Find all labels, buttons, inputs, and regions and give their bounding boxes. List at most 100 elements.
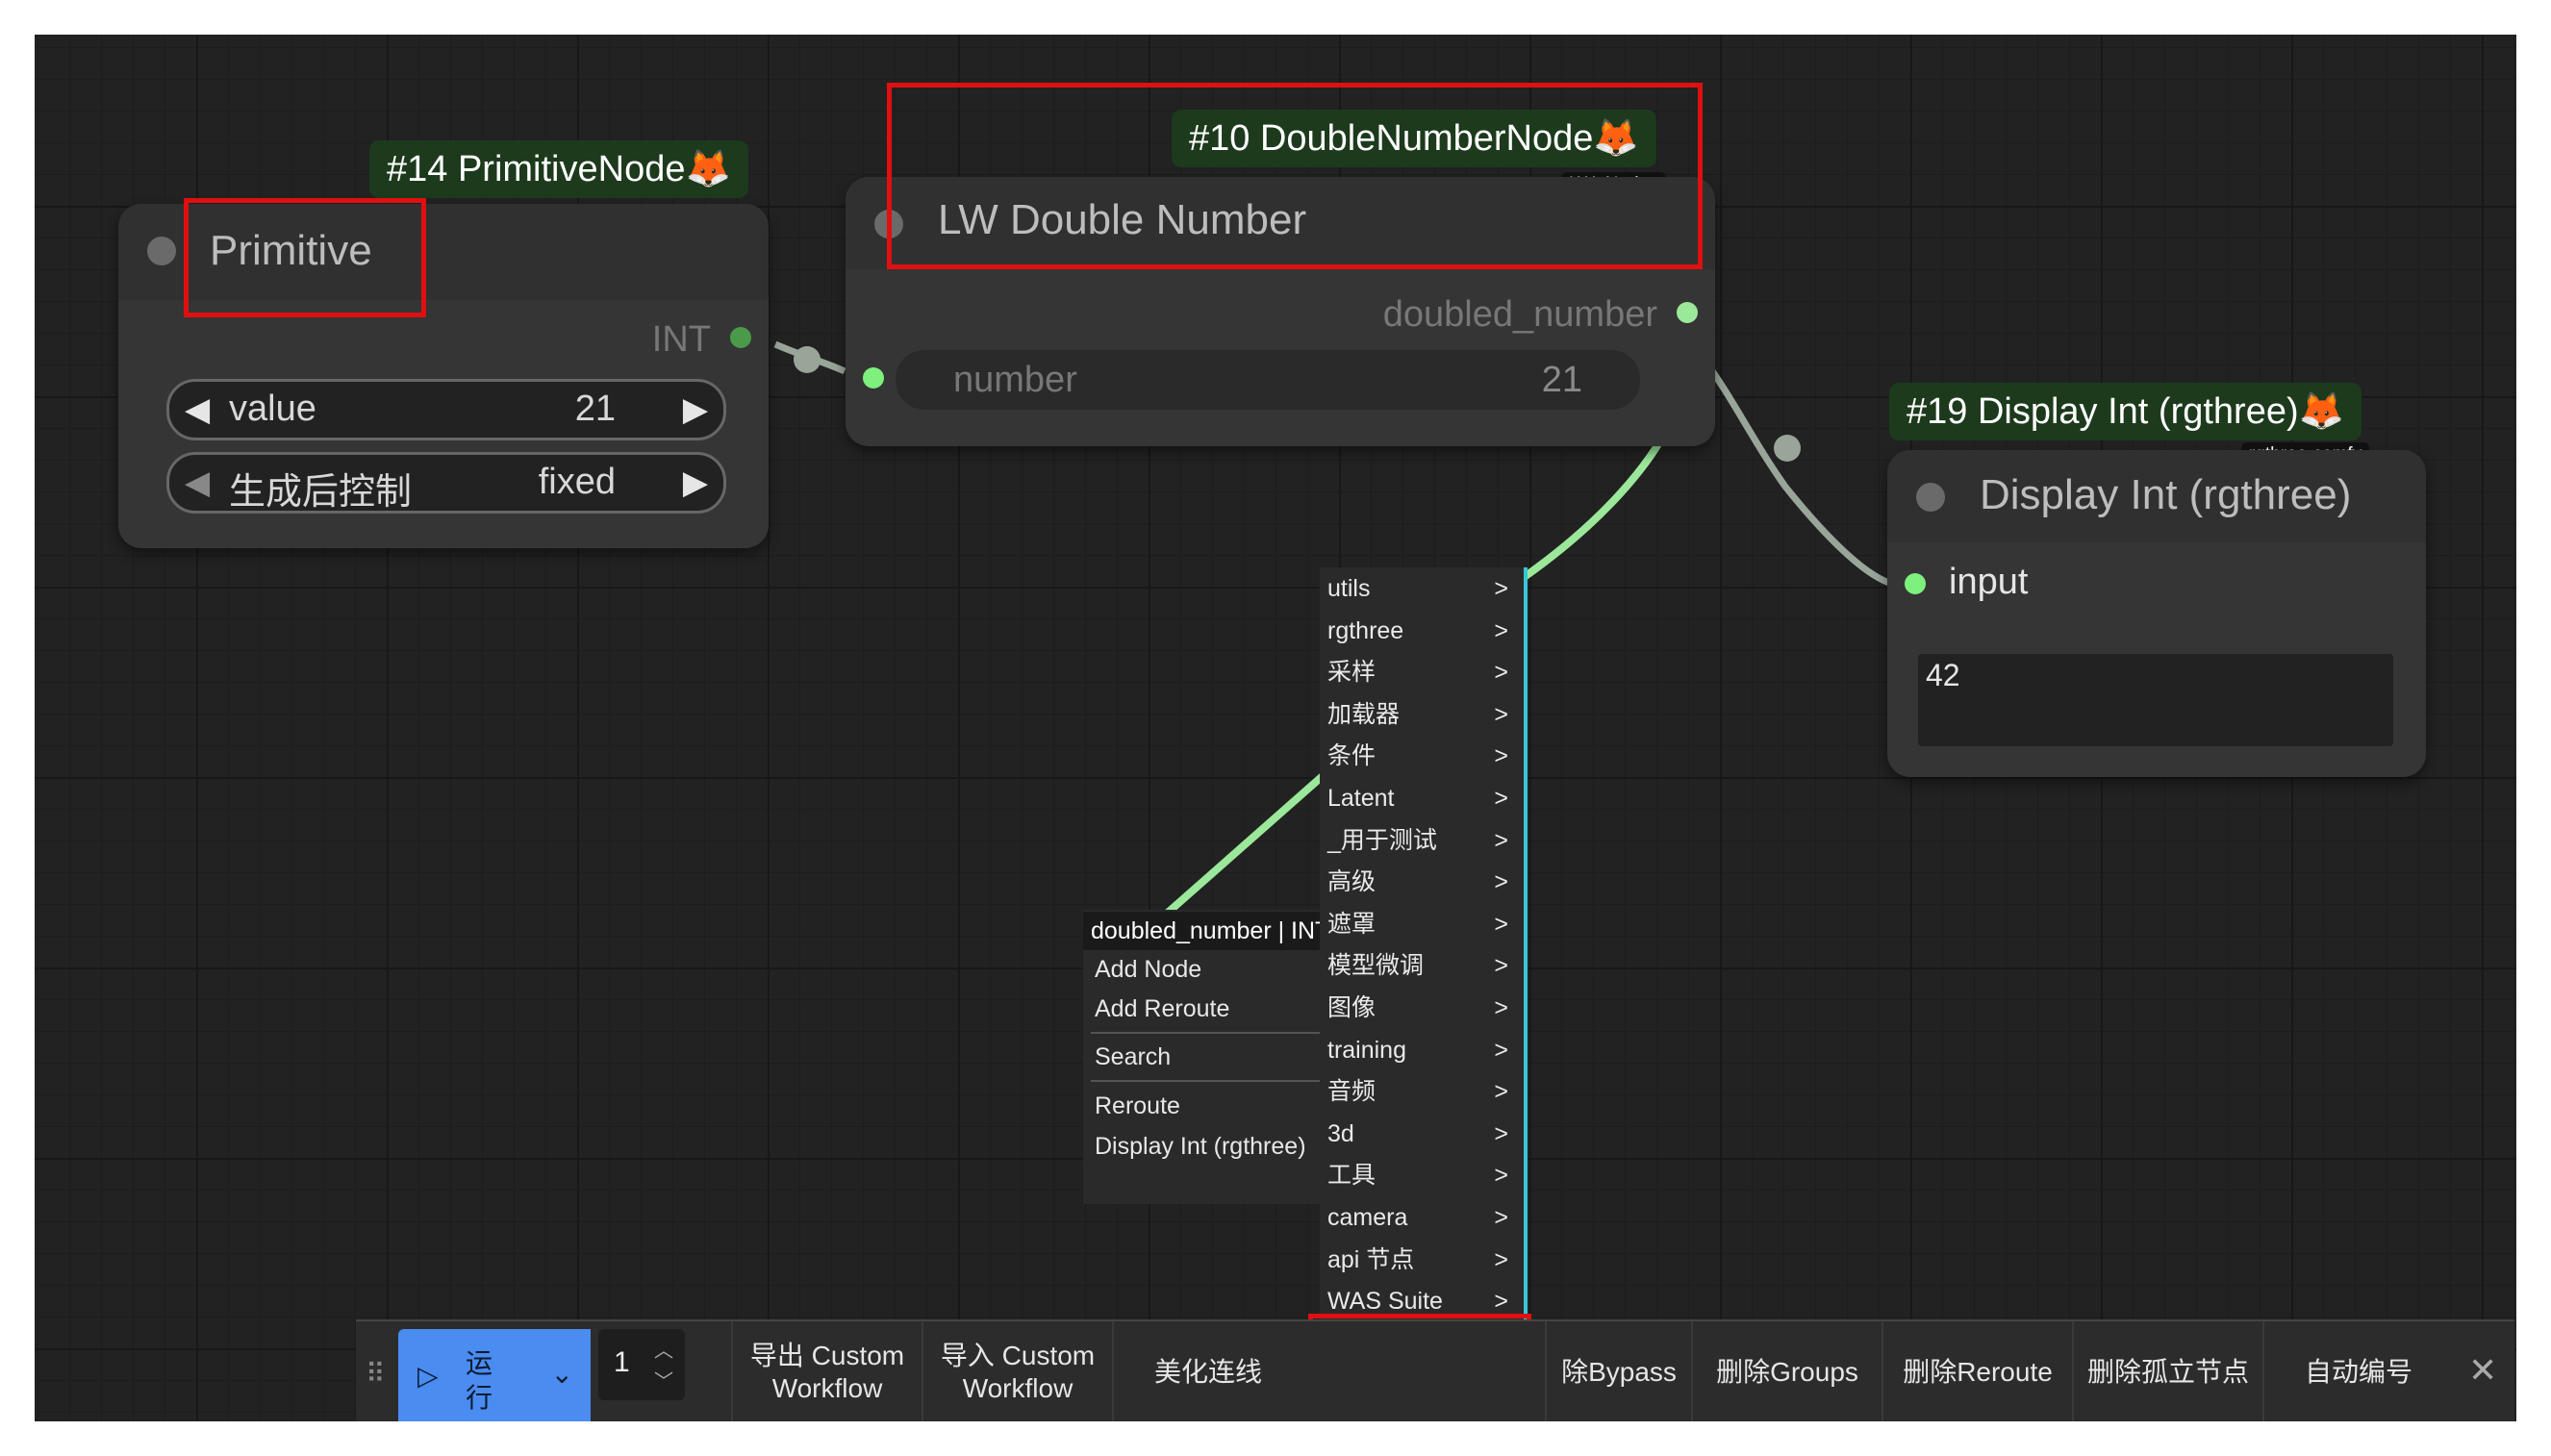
input-slot[interactable] [1905,573,1926,594]
control-after-generate-widget[interactable]: ◀ 生成后控制 fixed ▶ [166,452,726,514]
chevron-right-icon: > [1494,616,1508,644]
category-label: utils [1327,575,1371,602]
add-node-category-menu[interactable]: utils > rgthree > 采样 > 加载器 > 条件 > Latent > _用于测试 > 高级 >… [1320,567,1528,1419]
category-item[interactable]: 加载器 > [1320,695,1520,734]
input-slot[interactable] [863,367,884,389]
decrement-arrow-icon[interactable]: ◀ [185,464,210,502]
menu-item-reroute[interactable]: Reroute [1083,1087,1352,1125]
highlight-primitive-title [184,198,426,317]
output-slot[interactable] [1677,302,1698,323]
category-label: 遮罩 [1327,910,1377,938]
chevron-right-icon: > [1494,868,1508,896]
category-item[interactable]: 采样 > [1320,653,1520,691]
chevron-right-icon: > [1494,952,1508,980]
stepper-down-icon[interactable]: ﹀ [654,1366,673,1393]
stepper-up-icon[interactable]: ︿ [654,1335,673,1363]
category-item[interactable]: api 节点 > [1320,1241,1520,1279]
import-custom-workflow-button[interactable]: 导入 Custom Workflow [922,1321,1112,1421]
menu-item-display-int[interactable]: Display Int (rgthree) [1083,1127,1352,1166]
chevron-right-icon: > [1494,1245,1508,1273]
output-slot[interactable] [730,327,751,348]
category-item[interactable]: 遮罩 > [1320,905,1520,943]
category-item[interactable]: training > [1320,1031,1520,1069]
node-badge-primitive: #14 PrimitiveNode🦊 [369,140,748,198]
menu-item-add-node[interactable]: Add Node [1083,950,1352,989]
delete-reroute-button[interactable]: 删除Reroute [1882,1321,2072,1421]
menu-item-search[interactable]: Search [1083,1038,1352,1076]
link-context-menu[interactable]: doubled_number | INT Add Node Add Rerout… [1083,910,1352,1204]
bottom-toolbar: ⠿ ▷ 运 行 ⌄ 1 ︿ ﹀ 导出 Custom Workflow 导入 Cu… [356,1319,2514,1421]
category-label: camera [1327,1204,1408,1231]
play-icon: ▷ [417,1361,439,1391]
close-icon[interactable]: ✕ [2468,1350,2497,1391]
collapse-dot[interactable] [1916,483,1945,512]
increment-arrow-icon[interactable]: ▶ [683,464,708,502]
category-label: 音频 [1327,1078,1377,1106]
value-widget[interactable]: ◀ value 21 ▶ [166,379,726,440]
category-item[interactable]: utils > [1320,569,1520,608]
collapse-dot[interactable] [147,237,176,265]
node-graph-canvas[interactable]: #14 PrimitiveNode🦊 Primitive INT ◀ value… [35,35,2516,1421]
category-label: 采样 [1327,659,1377,687]
chevron-right-icon: > [1494,826,1508,854]
widget-label: value [229,389,316,429]
chevron-right-icon: > [1494,785,1508,812]
decrement-arrow-icon[interactable]: ◀ [185,390,210,429]
link-reroute-dot [794,346,821,373]
category-item[interactable]: 3d > [1320,1115,1520,1153]
drag-handle-icon[interactable]: ⠿ [366,1358,386,1390]
run-button[interactable]: ▷ 运 行 ⌄ [398,1329,591,1421]
category-item[interactable]: 工具 > [1320,1156,1520,1194]
node-title: Display Int (rgthree) [1980,471,2352,518]
category-label: _用于测试 [1327,826,1437,854]
remove-bypass-button[interactable]: 除Bypass [1545,1321,1691,1421]
display-value-box: 42 [1918,654,2393,746]
queue-count-input[interactable]: 1 ︿ ﹀ [598,1329,685,1400]
category-item[interactable]: 图像 > [1320,989,1520,1027]
category-item[interactable]: 模型微调 > [1320,946,1520,985]
chevron-right-icon: > [1494,700,1508,728]
category-item[interactable]: 音频 > [1320,1072,1520,1111]
menu-item-add-reroute[interactable]: Add Reroute [1083,990,1352,1028]
output-label: INT [651,319,711,360]
menu-separator [1091,1080,1345,1082]
node-badge-display-int: #19 Display Int (rgthree)🦊 [1889,383,2362,440]
increment-arrow-icon[interactable]: ▶ [683,390,708,429]
chevron-right-icon: > [1494,1204,1508,1231]
category-item[interactable]: _用于测试 > [1320,821,1520,860]
widget-value: 21 [574,389,616,429]
widget-label: 生成后控制 [229,472,413,513]
highlight-double-number [887,83,1703,269]
display-int-node[interactable]: Display Int (rgthree) input 42 [1887,450,2426,777]
queue-count: 1 [614,1346,630,1378]
menu-separator [1091,1032,1345,1034]
menu-header: doubled_number | INT [1083,912,1352,950]
chevron-right-icon: > [1494,1162,1508,1190]
category-label: rgthree [1327,616,1404,644]
category-label: 条件 [1327,742,1377,770]
number-input-widget[interactable]: number 21 [896,350,1640,410]
chevron-right-icon: > [1494,742,1508,770]
chevron-right-icon: > [1494,1036,1508,1064]
category-item[interactable]: 条件 > [1320,737,1520,775]
category-item[interactable]: Latent > [1320,779,1520,817]
display-value: 42 [1926,658,1960,692]
category-label: 3d [1327,1119,1354,1147]
chevron-right-icon: > [1494,575,1508,602]
chevron-down-icon[interactable]: ⌄ [551,1358,573,1390]
category-label: 图像 [1327,994,1377,1021]
chevron-right-icon: > [1494,994,1508,1021]
auto-number-button[interactable]: 自动编号 [2262,1321,2453,1421]
widget-label: number [953,360,1077,400]
category-item[interactable]: camera > [1320,1198,1520,1237]
category-item[interactable]: rgthree > [1320,612,1520,650]
delete-groups-button[interactable]: 删除Groups [1691,1321,1882,1421]
category-label: 高级 [1327,868,1377,896]
beautify-links-button[interactable]: 美化连线 [1112,1321,1302,1421]
export-custom-workflow-button[interactable]: 导出 Custom Workflow [731,1321,922,1421]
chevron-right-icon: > [1494,1119,1508,1147]
menu-scroll-bar[interactable] [1524,567,1528,1419]
category-item[interactable]: 高级 > [1320,863,1520,901]
delete-orphan-nodes-button[interactable]: 删除孤立节点 [2072,1321,2262,1421]
widget-value: 21 [1541,360,1582,400]
